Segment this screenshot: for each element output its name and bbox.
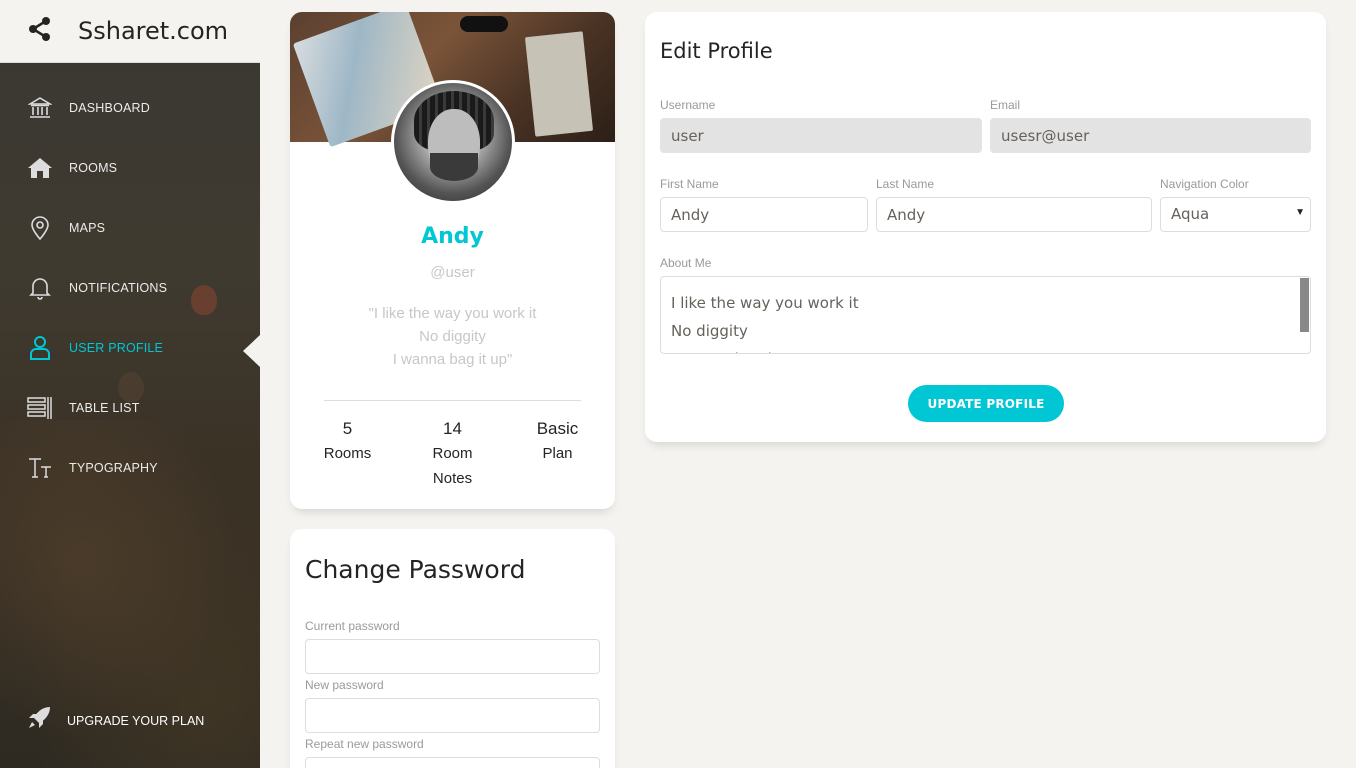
brand-name: Ssharet.com bbox=[78, 17, 229, 45]
bell-icon bbox=[26, 274, 54, 302]
current-password-label: Current password bbox=[305, 619, 400, 633]
username-field bbox=[660, 118, 982, 153]
divider bbox=[324, 400, 581, 401]
sidebar-item-label: MAPS bbox=[69, 221, 106, 235]
email-label: Email bbox=[990, 98, 1021, 112]
quote-line: No diggity bbox=[419, 328, 486, 345]
stat-value: 14 bbox=[443, 419, 462, 438]
about-line: I wanna bag it up bbox=[671, 345, 1300, 353]
bank-icon bbox=[26, 94, 54, 122]
sidebar-item-table-list[interactable]: TABLE LIST bbox=[0, 378, 260, 438]
last-name-group: Last Name bbox=[876, 177, 1152, 232]
stat-label: Rooms bbox=[323, 445, 372, 462]
quote-line: "I like the way you work it bbox=[368, 305, 537, 322]
new-password-field[interactable] bbox=[305, 698, 600, 733]
update-profile-button[interactable]: UPDATE PROFILE bbox=[908, 385, 1064, 422]
profile-card: Andy @user "I like the way you work it N… bbox=[290, 12, 615, 509]
change-password-card: Change Password Current password New pas… bbox=[290, 529, 615, 768]
nav-color-label: Navigation Color bbox=[1160, 177, 1249, 191]
username-group: Username bbox=[660, 98, 982, 153]
about-me-textarea[interactable]: I like the way you work it No diggity I … bbox=[660, 276, 1311, 354]
typography-icon bbox=[26, 454, 54, 482]
repeat-password-field[interactable] bbox=[305, 757, 600, 768]
new-password-label: New password bbox=[305, 678, 384, 692]
sidebar-item-label: USER PROFILE bbox=[69, 341, 164, 355]
about-line: No diggity bbox=[671, 322, 748, 340]
profile-username: @user bbox=[430, 264, 475, 281]
current-password-group: Current password bbox=[305, 619, 600, 674]
stat-plan: Basic Plan bbox=[505, 416, 610, 491]
stat-label: Plan bbox=[542, 445, 573, 462]
card-title: Change Password bbox=[305, 555, 526, 584]
upgrade-plan-label: UPGRADE YOUR PLAN bbox=[67, 713, 205, 728]
sidebar-item-notifications[interactable]: NOTIFICATIONS bbox=[0, 258, 260, 318]
profile-name: Andy bbox=[421, 224, 484, 249]
sidebar-item-dashboard[interactable]: DASHBOARD bbox=[0, 78, 260, 138]
first-name-field[interactable] bbox=[660, 197, 868, 232]
nav-color-select[interactable]: Aqua bbox=[1160, 197, 1311, 232]
email-field bbox=[990, 118, 1311, 153]
stat-room-notes: 14 Room Notes bbox=[400, 416, 505, 491]
card-title: Edit Profile bbox=[660, 39, 773, 63]
sidebar-nav: DASHBOARD ROOMS MAPS NOTIFICATIONS USER … bbox=[0, 78, 260, 498]
new-password-group: New password bbox=[305, 678, 600, 733]
profile-quote: "I like the way you work it No diggity I… bbox=[290, 302, 615, 371]
sidebar-item-maps[interactable]: MAPS bbox=[0, 198, 260, 258]
sidebar-item-label: NOTIFICATIONS bbox=[69, 281, 168, 295]
sidebar-item-user-profile[interactable]: USER PROFILE bbox=[0, 318, 260, 378]
stat-value: Basic bbox=[536, 419, 579, 438]
sidebar-item-label: DASHBOARD bbox=[69, 101, 150, 115]
email-group: Email bbox=[990, 98, 1311, 153]
username-label: Username bbox=[660, 98, 716, 112]
profile-stats: 5 Rooms 14 Room Notes Basic Plan bbox=[290, 416, 615, 491]
stat-label: Room bbox=[432, 445, 473, 462]
repeat-password-group: Repeat new password bbox=[305, 737, 600, 768]
sidebar-item-label: TABLE LIST bbox=[69, 401, 140, 415]
last-name-label: Last Name bbox=[876, 177, 935, 191]
upgrade-plan-link[interactable]: UPGRADE YOUR PLAN bbox=[26, 705, 204, 736]
share-icon bbox=[28, 16, 52, 47]
sidebar-item-rooms[interactable]: ROOMS bbox=[0, 138, 260, 198]
home-icon bbox=[26, 154, 54, 182]
map-pin-icon bbox=[26, 214, 54, 242]
first-name-group: First Name bbox=[660, 177, 868, 232]
brand-logo[interactable]: Ssharet.com bbox=[0, 0, 260, 63]
current-password-field[interactable] bbox=[305, 639, 600, 674]
last-name-field[interactable] bbox=[876, 197, 1152, 232]
sidebar-item-label: ROOMS bbox=[69, 161, 118, 175]
first-name-label: First Name bbox=[660, 177, 719, 191]
nav-color-group: Navigation Color Aqua ▼ bbox=[1160, 177, 1311, 232]
caret-down-icon: ▼ bbox=[1295, 207, 1305, 218]
edit-profile-card: Edit Profile Username Email First Name L… bbox=[645, 12, 1326, 442]
table-list-icon bbox=[26, 394, 54, 422]
avatar bbox=[391, 80, 515, 204]
textarea-scrollbar[interactable] bbox=[1300, 278, 1309, 332]
stat-rooms: 5 Rooms bbox=[295, 416, 400, 491]
stat-value: 5 bbox=[342, 419, 353, 438]
about-me-group: About Me I like the way you work it No d… bbox=[660, 256, 1311, 354]
sidebar-item-typography[interactable]: TYPOGRAPHY bbox=[0, 438, 260, 498]
sidebar-item-label: TYPOGRAPHY bbox=[69, 461, 158, 475]
quote-line: I wanna bag it up" bbox=[392, 351, 513, 368]
about-line: I like the way you work it bbox=[671, 294, 859, 312]
repeat-password-label: Repeat new password bbox=[305, 737, 424, 751]
user-icon bbox=[26, 334, 54, 362]
rocket-icon bbox=[26, 705, 52, 736]
stat-label: Notes bbox=[432, 470, 473, 487]
about-me-label: About Me bbox=[660, 256, 712, 270]
sidebar: Ssharet.com DASHBOARD ROOMS MAPS NOTIFIC… bbox=[0, 0, 260, 768]
